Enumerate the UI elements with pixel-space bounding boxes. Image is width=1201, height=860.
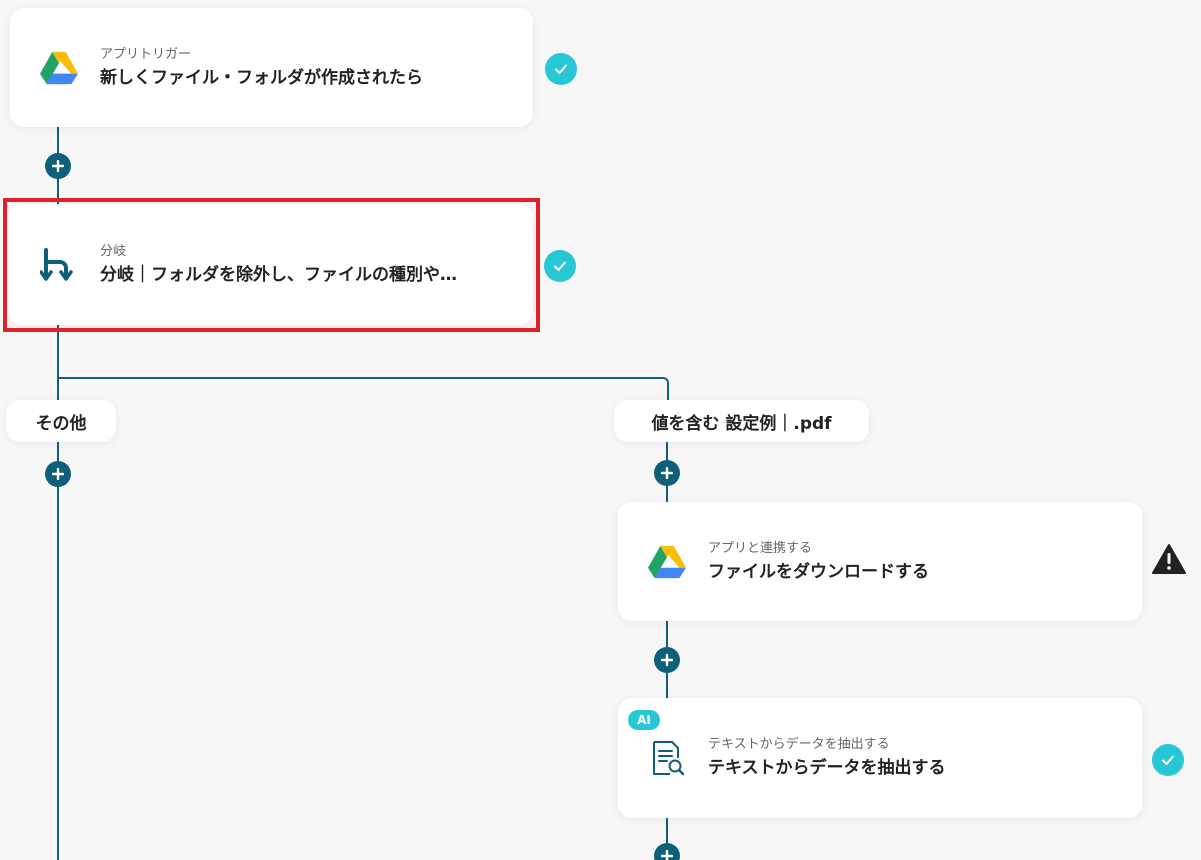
add-step-button[interactable] <box>45 153 71 179</box>
add-step-button[interactable] <box>654 460 680 486</box>
step-texts: テキストからデータを抽出する テキストからデータを抽出する <box>708 737 946 779</box>
check-icon <box>544 250 576 282</box>
add-step-button[interactable] <box>654 647 680 673</box>
selection-highlight <box>3 198 540 332</box>
step-texts: アプリと連携する ファイルをダウンロードする <box>708 541 929 583</box>
check-icon <box>1152 744 1184 776</box>
document-search-icon <box>653 741 685 776</box>
warning-icon <box>1152 544 1186 574</box>
step-title: テキストからデータを抽出する <box>708 758 946 778</box>
branch-connector <box>58 377 669 402</box>
branch-label-contains[interactable]: 値を含む 設定例｜.pdf <box>614 400 869 442</box>
trigger-step-card[interactable]: アプリトリガー 新しくファイル・フォルダが作成されたら <box>10 8 533 127</box>
download-step-card[interactable]: アプリと連携する ファイルをダウンロードする <box>618 502 1142 621</box>
step-title: 新しくファイル・フォルダが作成されたら <box>100 67 423 88</box>
step-title: ファイルをダウンロードする <box>708 561 929 582</box>
extract-step-card[interactable]: テキストからデータを抽出する テキストからデータを抽出する <box>618 698 1142 818</box>
google-drive-icon <box>648 545 686 578</box>
add-step-button[interactable] <box>654 843 680 860</box>
branch-label-other[interactable]: その他 <box>6 400 116 442</box>
google-drive-icon <box>40 51 78 84</box>
step-subtitle: アプリと連携する <box>708 540 813 556</box>
workflow-canvas: アプリトリガー 新しくファイル・フォルダが作成されたら 分岐 分岐｜フォルダを除… <box>0 0 1201 860</box>
check-icon <box>545 53 577 85</box>
add-step-button[interactable] <box>45 461 71 487</box>
ai-badge: AI <box>628 710 660 730</box>
step-subtitle: テキストからデータを抽出する <box>708 737 890 752</box>
step-subtitle: アプリトリガー <box>100 46 192 62</box>
step-texts: アプリトリガー 新しくファイル・フォルダが作成されたら <box>100 47 423 89</box>
